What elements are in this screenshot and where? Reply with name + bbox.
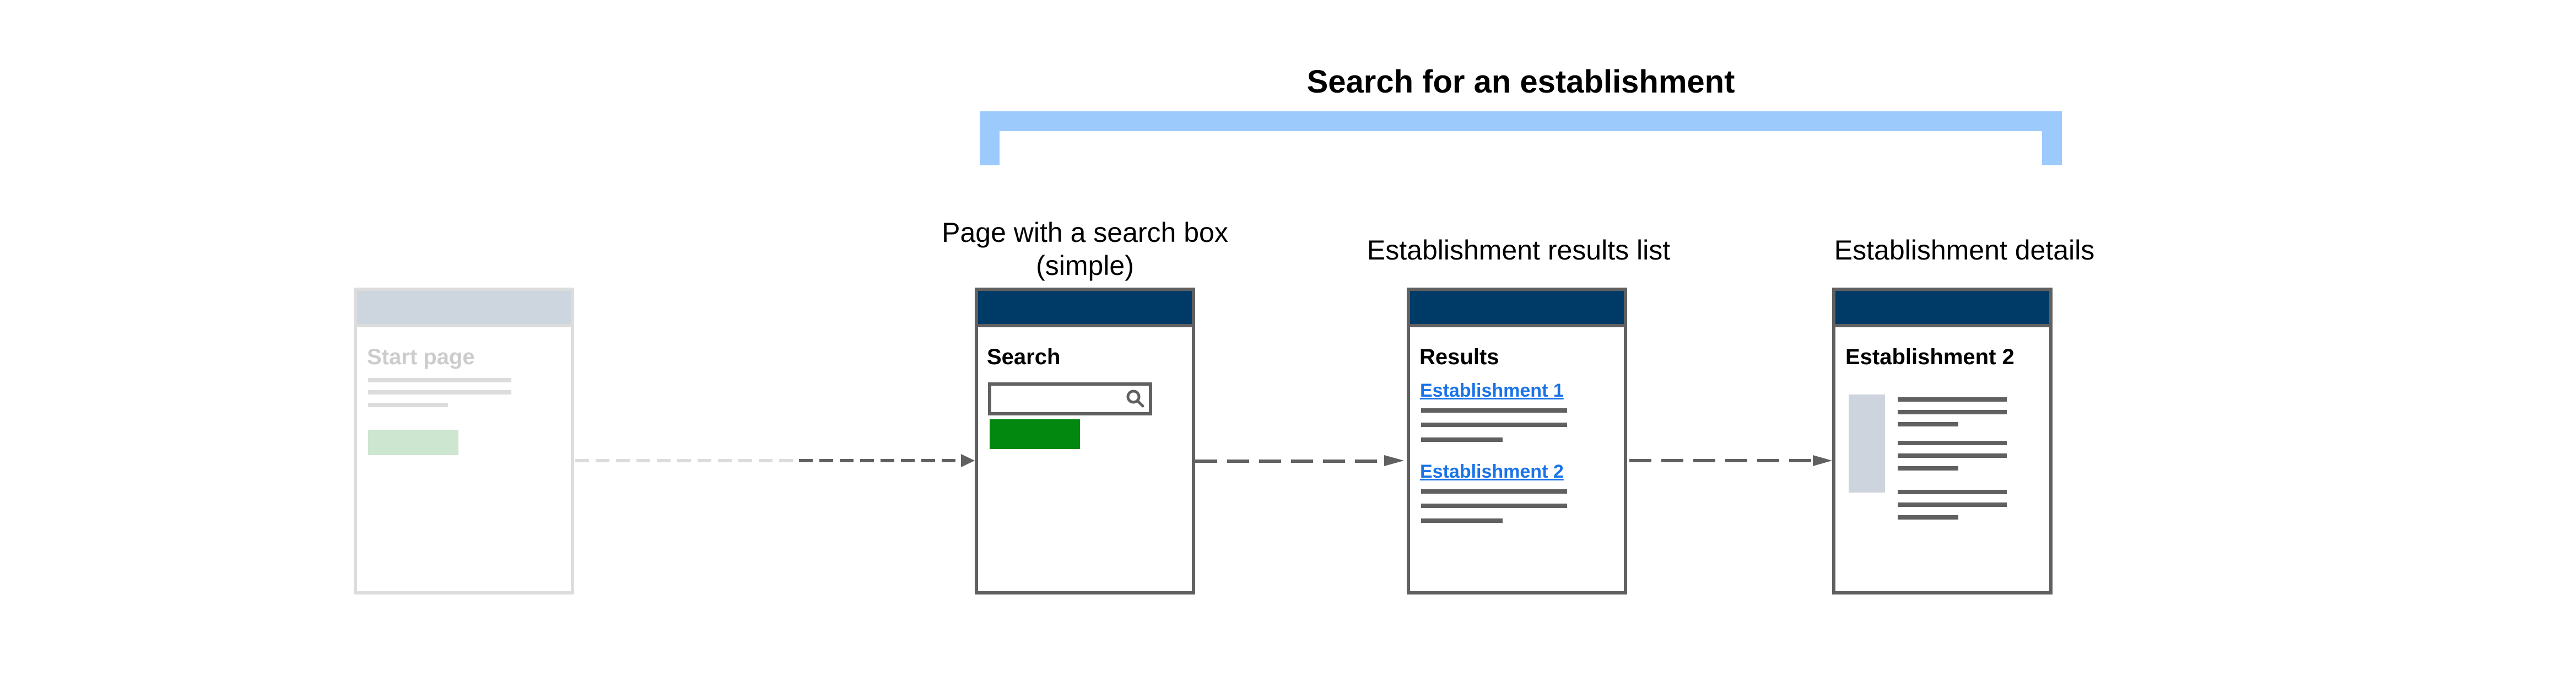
result-link-2[interactable]: Establishment 2 [1420,461,1564,483]
text-line [1898,502,2007,507]
page-title: Search [987,345,1061,369]
text-line [1421,423,1567,427]
text-line [1898,490,2007,494]
text-line [1898,410,2007,414]
start-button[interactable] [368,430,458,455]
image-placeholder [1849,394,1885,493]
page-header [357,291,571,327]
step-label-details: Establishment details [1834,235,2095,266]
text-line [1421,504,1567,508]
page-header [1410,291,1624,327]
page-title: Establishment 2 [1845,345,2015,369]
step-label-line1: Page with a search box [942,217,1228,248]
arrowhead-results [1384,455,1404,466]
arrowhead-search [961,454,975,467]
text-line [1898,466,1958,471]
arrowhead-details [1813,455,1832,466]
text-line [1898,422,1958,426]
step-label-search: Page with a search box (simple) [892,216,1278,282]
page-header [978,291,1192,327]
result-link-1[interactable]: Establishment 1 [1420,380,1564,402]
results-page-frame: Results Establishment 1 Establishment 2 [1407,288,1627,594]
step-label-results: Establishment results list [1367,235,1671,266]
text-line [368,390,511,394]
text-line [368,403,448,407]
text-line [1421,489,1567,494]
search-input[interactable] [988,382,1152,415]
text-line [1421,408,1567,413]
text-line [1898,397,2007,402]
page-title: Results [1419,345,1499,369]
text-line [1421,518,1503,523]
text-line [1421,437,1503,442]
details-page-frame: Establishment 2 [1832,288,2053,594]
start-page-frame: Start page [354,288,574,594]
page-title: Start page [367,345,475,369]
search-icon[interactable] [1126,389,1146,409]
step-label-line2: (simple) [1036,250,1134,281]
text-line [1898,453,2007,458]
text-line [1898,441,2007,445]
text-line [368,378,511,382]
page-header [1835,291,2049,327]
text-line [1898,515,1958,520]
search-page-frame: Search [975,288,1195,594]
search-submit-button[interactable] [990,419,1080,449]
